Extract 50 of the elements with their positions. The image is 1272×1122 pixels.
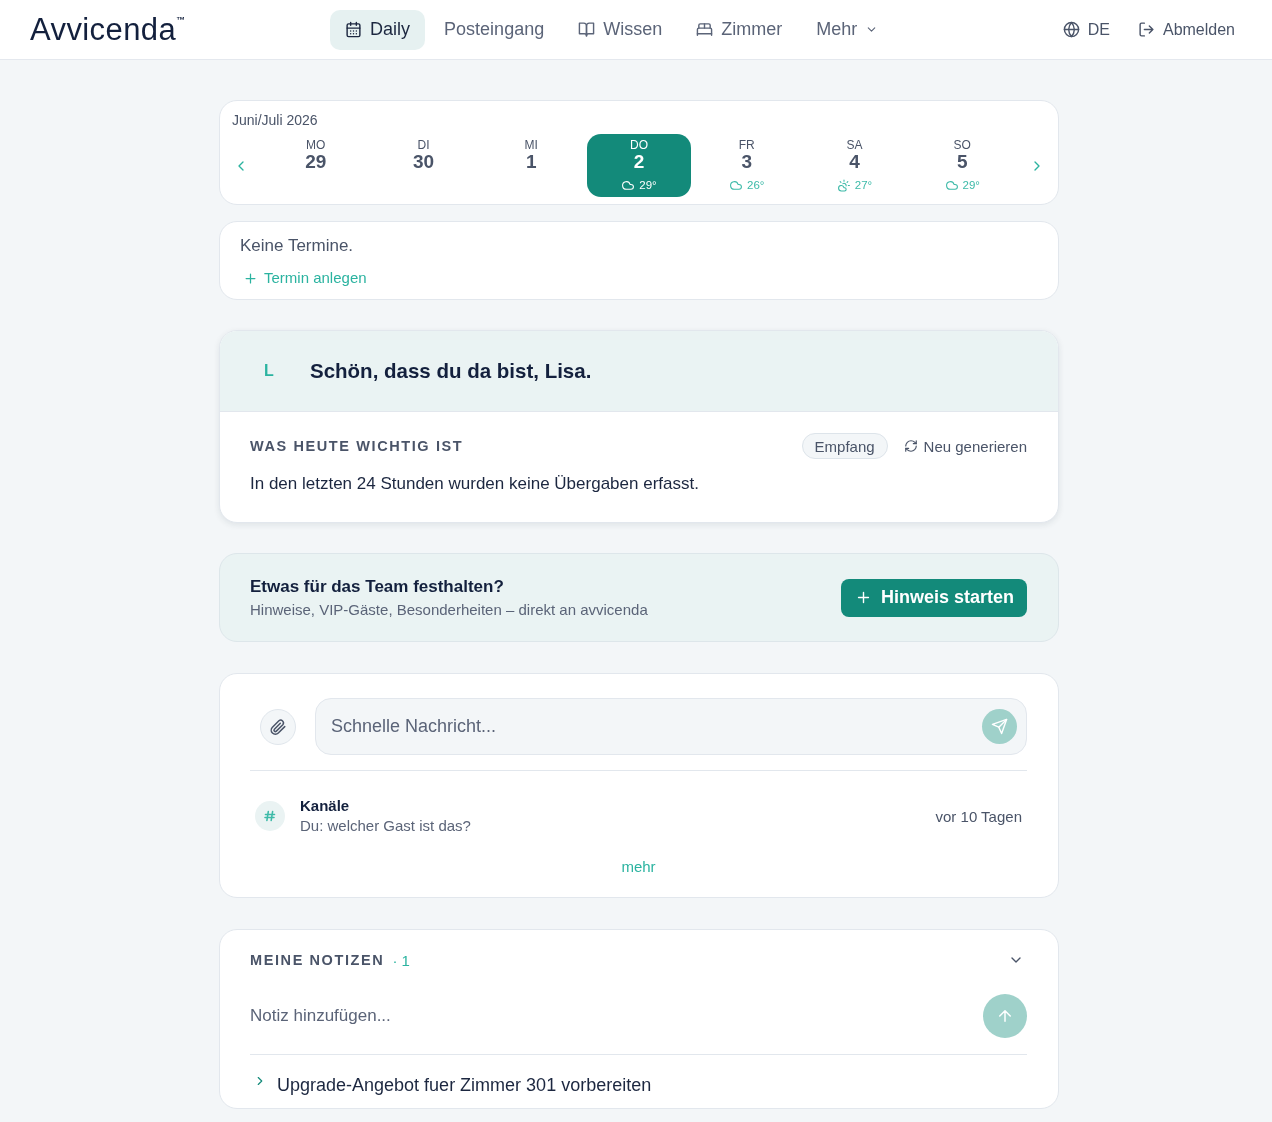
nav-tab[interactable]: Zimmer [681, 9, 798, 50]
regenerate-button[interactable]: Neu generieren [903, 437, 1027, 455]
note-text: Upgrade-Angebot fuer Zimmer 301 vorbereiten [277, 1074, 652, 1097]
cloud-icon [621, 178, 636, 192]
cloud-icon [729, 178, 744, 192]
channel-name[interactable]: Kanäle [300, 796, 471, 816]
avatar-initial: L [263, 361, 275, 381]
language-button[interactable]: DE [1062, 20, 1110, 39]
book-icon [578, 21, 596, 38]
send-icon [991, 718, 1008, 735]
logout-icon [1137, 21, 1155, 38]
cloud-icon [944, 178, 959, 192]
nav-tab[interactable]: Posteingang [429, 9, 560, 50]
timestamp: vor 10 Tagen [935, 807, 1022, 825]
plus-icon [243, 270, 258, 286]
calendar-icon [345, 21, 363, 38]
logo: Avvicenda$^{™}$ [30, 14, 186, 45]
notes-count: · 1 [392, 951, 410, 969]
day-button[interactable]: SA 4 27° [802, 134, 907, 197]
nav-tab[interactable]: Daily [330, 9, 426, 50]
hash-icon [255, 801, 285, 831]
sun-cloud-icon [836, 178, 851, 192]
nav-tab[interactable]: Wissen [563, 9, 678, 50]
notes-title: MEINE NOTIZEN [250, 952, 385, 968]
month-label: Juni/Juli 2026 [232, 111, 319, 130]
section-label: WAS HEUTE WICHTIG IST [250, 438, 464, 454]
attach-button[interactable] [260, 708, 296, 745]
day-button[interactable]: FR 3 26° [694, 134, 799, 197]
nav-tab[interactable]: Mehr [801, 9, 894, 50]
bed-icon [696, 21, 714, 38]
message-preview: Du: welcher Gast ist das? [300, 816, 471, 836]
greeting-title: Schön, dass du da bist, Lisa. [310, 359, 592, 383]
logout-button[interactable]: Abmelden [1137, 20, 1235, 39]
day-button[interactable]: MO 29 [263, 134, 368, 197]
note-input[interactable]: Notiz hinzufügen... [250, 994, 983, 1038]
day-button[interactable]: MI 1 [479, 134, 584, 197]
hint-subtitle: Hinweise, VIP-Gäste, Besonderheiten – direkt an avvicenda [250, 599, 648, 620]
refresh-icon [903, 439, 918, 453]
paperclip-icon [269, 717, 287, 736]
start-hint-button[interactable]: Hinweis starten [840, 578, 1027, 617]
empty-state-text: Keine Termine. [240, 235, 355, 257]
arrow-up-icon [996, 1007, 1014, 1025]
summary-text: In den letzten 24 Stunden wurden keine Übergaben erfasst. [250, 473, 700, 495]
globe-icon [1062, 21, 1080, 38]
hint-title: Etwas für das Team festhalten? [250, 575, 505, 598]
day-button[interactable]: DO 2 29° [587, 134, 691, 197]
day-button[interactable]: DI 30 [371, 134, 476, 197]
day-button[interactable]: SO 5 29° [910, 134, 1015, 197]
department-tag: Empfang [801, 433, 888, 459]
message-input[interactable]: Schnelle Nachricht... [315, 698, 1027, 755]
